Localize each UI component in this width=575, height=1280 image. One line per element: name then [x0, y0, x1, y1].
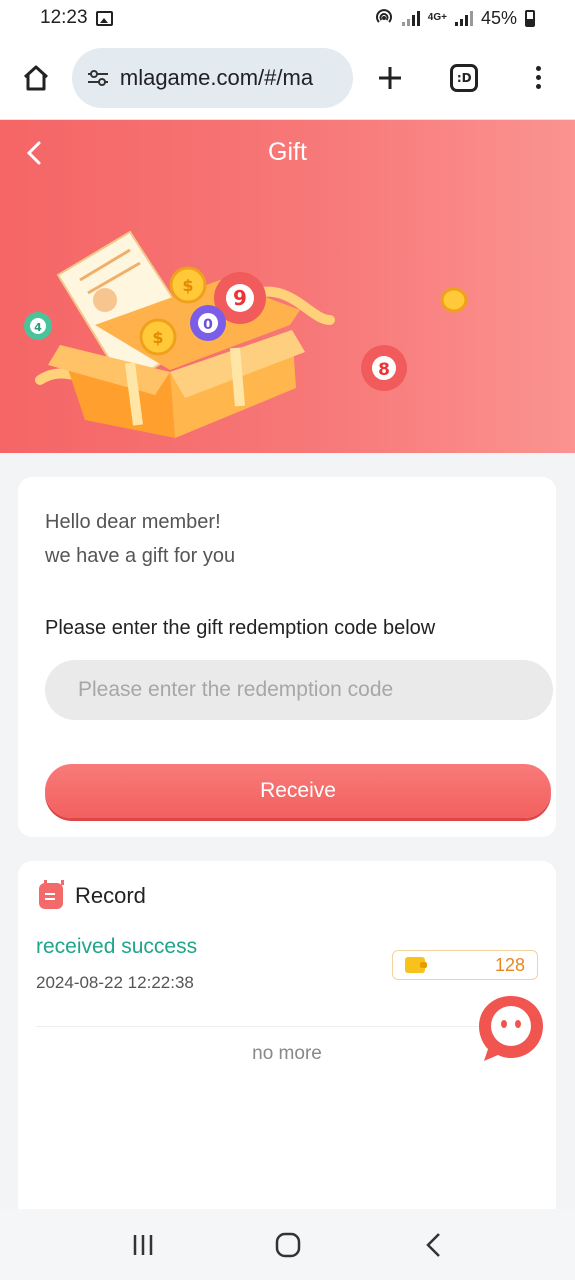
- list-end-text: no more: [252, 1043, 322, 1064]
- browser-toolbar: mlagame.com/#/ma :D: [0, 36, 575, 120]
- wallet-icon: [405, 957, 427, 973]
- status-right: 4G+ 45%: [374, 8, 535, 29]
- recent-apps-button[interactable]: [113, 1215, 173, 1275]
- tabs-count: :D: [450, 63, 479, 92]
- chat-support-button[interactable]: [476, 993, 546, 1063]
- browser-menu-button[interactable]: [501, 36, 575, 120]
- hotspot-icon: [375, 9, 392, 23]
- greeting-line-1: Hello dear member!: [45, 511, 221, 533]
- calendar-icon: [39, 880, 64, 909]
- home-button[interactable]: [0, 36, 72, 120]
- url-text: mlagame.com/#/ma: [119, 64, 314, 90]
- amount-badge: 128: [392, 950, 538, 980]
- more-vert-icon: [535, 66, 541, 89]
- greeting-line-2: we have a gift for you: [45, 545, 236, 567]
- gift-box-illustration: 9 0 $ $ 4 8: [24, 230, 468, 438]
- home-nav-button[interactable]: [258, 1215, 318, 1275]
- gift-banner: Gift 9 0 $ $ 4 8: [0, 120, 575, 453]
- status-bar: 12:23 4G+ 45%: [0, 0, 575, 36]
- chat-bubble-icon: [479, 996, 543, 1061]
- svg-text:9: 9: [233, 286, 247, 310]
- back-nav-button[interactable]: [403, 1215, 463, 1275]
- receive-button[interactable]: Receive: [45, 764, 551, 818]
- status-time: 12:23: [40, 7, 88, 28]
- svg-text:$: $: [152, 328, 163, 347]
- back-chevron-icon: [425, 1232, 440, 1257]
- record-header: Record: [36, 880, 538, 909]
- battery-level: 45%: [480, 7, 517, 28]
- svg-text:$: $: [182, 276, 193, 295]
- site-settings-icon[interactable]: [86, 68, 110, 88]
- home-icon: [23, 65, 48, 90]
- svg-text:4: 4: [34, 321, 42, 334]
- wifi-signal-icon: [401, 10, 420, 26]
- network-type: 4G+: [427, 12, 447, 23]
- home-circle-icon: [275, 1232, 300, 1257]
- cell-signal-icon: [454, 10, 473, 26]
- battery-icon: [525, 9, 535, 27]
- recents-icon: [133, 1234, 152, 1255]
- svg-text:8: 8: [378, 360, 390, 380]
- address-bar[interactable]: mlagame.com/#/ma: [71, 47, 354, 108]
- record-amount: 128: [494, 954, 525, 975]
- tab-switcher-button[interactable]: :D: [427, 36, 501, 120]
- record-item: received success 2024-08-22 12:22:38 128: [36, 935, 538, 1027]
- record-title: Record: [75, 883, 146, 908]
- system-nav-bar: [0, 1209, 575, 1280]
- redemption-prompt: Please enter the gift redemption code be…: [45, 617, 436, 639]
- redemption-card: Hello dear member! we have a gift for yo…: [18, 477, 556, 837]
- gallery-notification-icon: [95, 10, 113, 26]
- redemption-code-input[interactable]: [45, 660, 553, 720]
- svg-text:0: 0: [203, 317, 213, 333]
- new-tab-button[interactable]: [353, 36, 427, 120]
- plus-icon: [379, 66, 402, 89]
